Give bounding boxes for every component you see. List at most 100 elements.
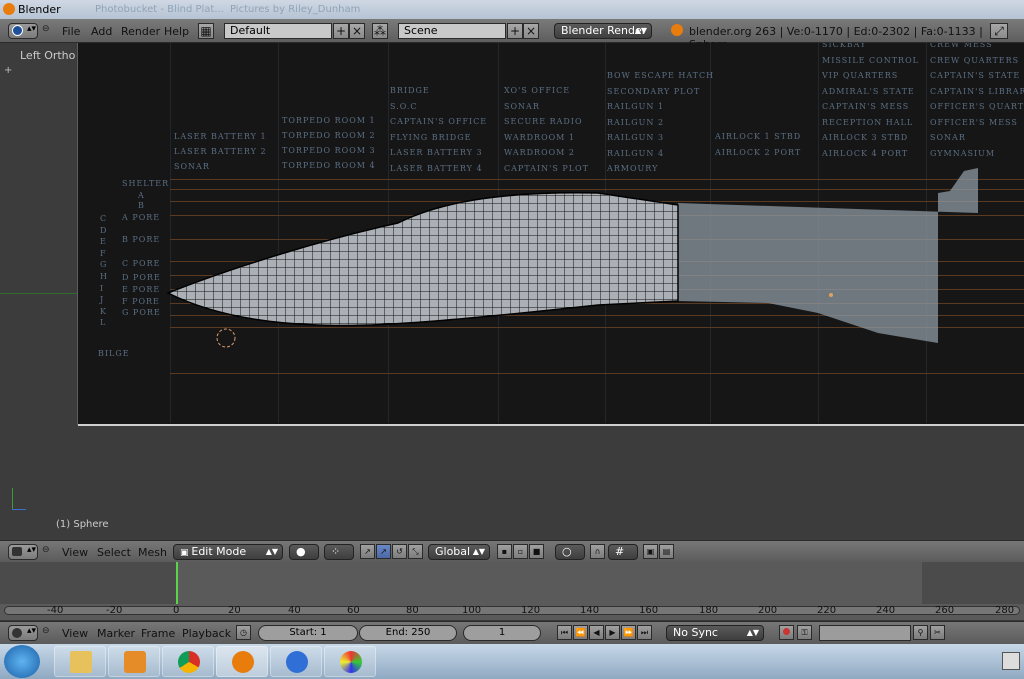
current-frame-indicator[interactable] — [176, 562, 178, 604]
snap-toggle-icon[interactable]: ∩ — [590, 544, 605, 559]
blender-logo-icon — [671, 24, 683, 36]
scale-icon[interactable]: ⤡ — [408, 544, 423, 559]
taskbar-itunes-icon[interactable] — [270, 646, 322, 677]
tick-label: 220 — [817, 605, 837, 616]
rotate-icon[interactable]: ↺ — [392, 544, 407, 559]
tick-label: 20 — [228, 605, 241, 616]
axis-y-icon — [12, 488, 13, 510]
tick-label: 280 — [995, 605, 1015, 616]
y-axis-line — [0, 293, 78, 294]
ship-mesh[interactable] — [78, 43, 1024, 425]
collapse-menus-icon[interactable]: ⊖ — [42, 24, 50, 34]
add-scene-button[interactable]: + — [507, 23, 523, 39]
tick-label: 60 — [347, 605, 360, 616]
render-animation-icon[interactable]: ▤ — [659, 544, 674, 559]
snap-element-dropdown[interactable]: # — [608, 544, 638, 560]
menu-view[interactable]: View — [62, 546, 88, 559]
menu-frame[interactable]: Frame — [141, 627, 175, 640]
collapse-menus-icon[interactable]: ⊖ — [42, 626, 50, 636]
transform-orientation-dropdown[interactable]: Global ▲▼ — [428, 544, 490, 560]
keying-set-field[interactable] — [819, 625, 911, 641]
insert-keyframe-icon[interactable]: ⚲ — [913, 625, 928, 640]
manipulator-toggle-icon[interactable]: ↗ — [360, 544, 375, 559]
remove-screen-button[interactable]: × — [349, 23, 365, 39]
jump-keyframe-forward-icon[interactable]: ⏩ — [621, 625, 636, 640]
scene-field[interactable]: Scene — [398, 23, 506, 39]
vertex-select-icon[interactable]: ▪ — [497, 544, 512, 559]
tick-label: 80 — [406, 605, 419, 616]
remove-scene-button[interactable]: × — [523, 23, 539, 39]
timeline-scrollbar[interactable] — [4, 606, 1020, 615]
blueprint-image: LASER BATTERY 1 LASER BATTERY 2 SONAR TORP… — [78, 43, 1024, 425]
taskbar-blender-icon[interactable] — [216, 646, 268, 677]
taskbar-explorer-icon[interactable] — [54, 646, 106, 677]
render-engine-dropdown[interactable]: Blender Render ▲▼ — [554, 23, 652, 39]
menu-add[interactable]: Add — [91, 25, 112, 38]
screen-layout-icon[interactable]: ▦ — [198, 23, 214, 39]
current-frame-field[interactable]: 1 — [463, 625, 541, 641]
record-icon[interactable] — [779, 625, 794, 640]
tick-label: 260 — [935, 605, 955, 616]
taskbar-media-player-icon[interactable] — [108, 646, 160, 677]
taskbar-chrome-icon[interactable] — [162, 646, 214, 677]
show-desktop-icon[interactable] — [1002, 652, 1020, 670]
jump-end-icon[interactable]: ⏭ — [637, 625, 652, 640]
menu-marker[interactable]: Marker — [97, 627, 135, 640]
fullscreen-icon[interactable]: ⤢ — [990, 23, 1008, 39]
object-label: (1) Sphere — [56, 519, 109, 530]
edit-mode-icon: ▣ — [180, 548, 192, 558]
start-frame-field[interactable]: Start: 1 — [258, 625, 358, 641]
play-reverse-icon[interactable]: ◀ — [589, 625, 604, 640]
face-select-icon[interactable]: ■ — [529, 544, 544, 559]
window-titlebar: Blender Photobucket - Blind Plat... Pict… — [0, 0, 1024, 19]
timeline-header: ▴▾ ⊖ View Marker Frame Playback ◷ Start:… — [0, 621, 1024, 644]
editor-type-button[interactable]: ▴▾ — [8, 23, 38, 39]
edge-select-icon[interactable]: ▫ — [513, 544, 528, 559]
proportional-edit-dropdown[interactable]: ○ — [555, 544, 585, 560]
dropdown-arrow-icon: ▲▼ — [265, 547, 278, 556]
menu-file[interactable]: File — [62, 25, 80, 38]
sync-dropdown[interactable]: No Sync ▲▼ — [666, 625, 764, 641]
view3d-header: ▴▾ ⊖ View Select Mesh ▣ Edit Mode ▲▼ ● ⁘… — [0, 540, 1024, 562]
chevron-icon: ▴▾ — [27, 545, 37, 555]
jump-start-icon[interactable]: ⏮ — [557, 625, 572, 640]
timeline-editor[interactable]: -40 -20 0 20 40 60 80 100 120 140 160 18… — [0, 562, 1024, 620]
menu-help[interactable]: Help — [164, 25, 189, 38]
menu-select[interactable]: Select — [97, 546, 131, 559]
tick-label: -40 — [47, 605, 64, 616]
screen-layout-field[interactable]: Default — [224, 23, 332, 39]
shading-icon: ● — [296, 545, 306, 558]
viewport-shading-dropdown[interactable]: ● — [289, 544, 319, 560]
end-frame-field[interactable]: End: 250 — [359, 625, 457, 641]
jump-keyframe-back-icon[interactable]: ⏪ — [573, 625, 588, 640]
mode-dropdown[interactable]: ▣ Edit Mode ▲▼ — [173, 544, 283, 560]
pivot-icon: ⁘ — [331, 545, 341, 558]
play-icon[interactable]: ▶ — [605, 625, 620, 640]
tick-label: 200 — [758, 605, 778, 616]
keying-set-icon[interactable]: ⚿ — [797, 625, 812, 640]
snap-grid-icon: # — [615, 545, 625, 558]
tick-label: 0 — [173, 605, 180, 616]
menu-playback[interactable]: Playback — [182, 627, 231, 640]
render-still-icon[interactable]: ▣ — [643, 544, 658, 559]
editor-type-button[interactable]: ▴▾ — [8, 625, 38, 641]
add-screen-button[interactable]: + — [333, 23, 349, 39]
menu-render[interactable]: Render — [121, 25, 160, 38]
toolshelf-plus-icon[interactable]: + — [4, 65, 12, 76]
mode-label: Edit Mode — [191, 545, 247, 558]
delete-keyframe-icon[interactable]: ✂ — [930, 625, 945, 640]
pivot-dropdown[interactable]: ⁘ — [324, 544, 354, 560]
scene-icon[interactable]: ⁂ — [372, 23, 388, 39]
timeline-out-range — [0, 562, 176, 604]
menu-mesh[interactable]: Mesh — [138, 546, 167, 559]
collapse-menus-icon[interactable]: ⊖ — [42, 545, 50, 555]
taskbar-paint-icon[interactable] — [324, 646, 376, 677]
3d-viewport[interactable]: + Left Ortho LASER BATTERY 1 LASER BATTER… — [0, 43, 1024, 540]
menu-view[interactable]: View — [62, 627, 88, 640]
editor-type-button[interactable]: ▴▾ — [8, 544, 38, 560]
start-orb-icon[interactable] — [4, 645, 40, 678]
chevron-icon: ▴▾ — [27, 626, 37, 636]
axis-z-icon — [12, 509, 26, 510]
translate-icon[interactable]: ↗ — [376, 544, 391, 559]
preview-range-icon[interactable]: ◷ — [236, 625, 251, 640]
